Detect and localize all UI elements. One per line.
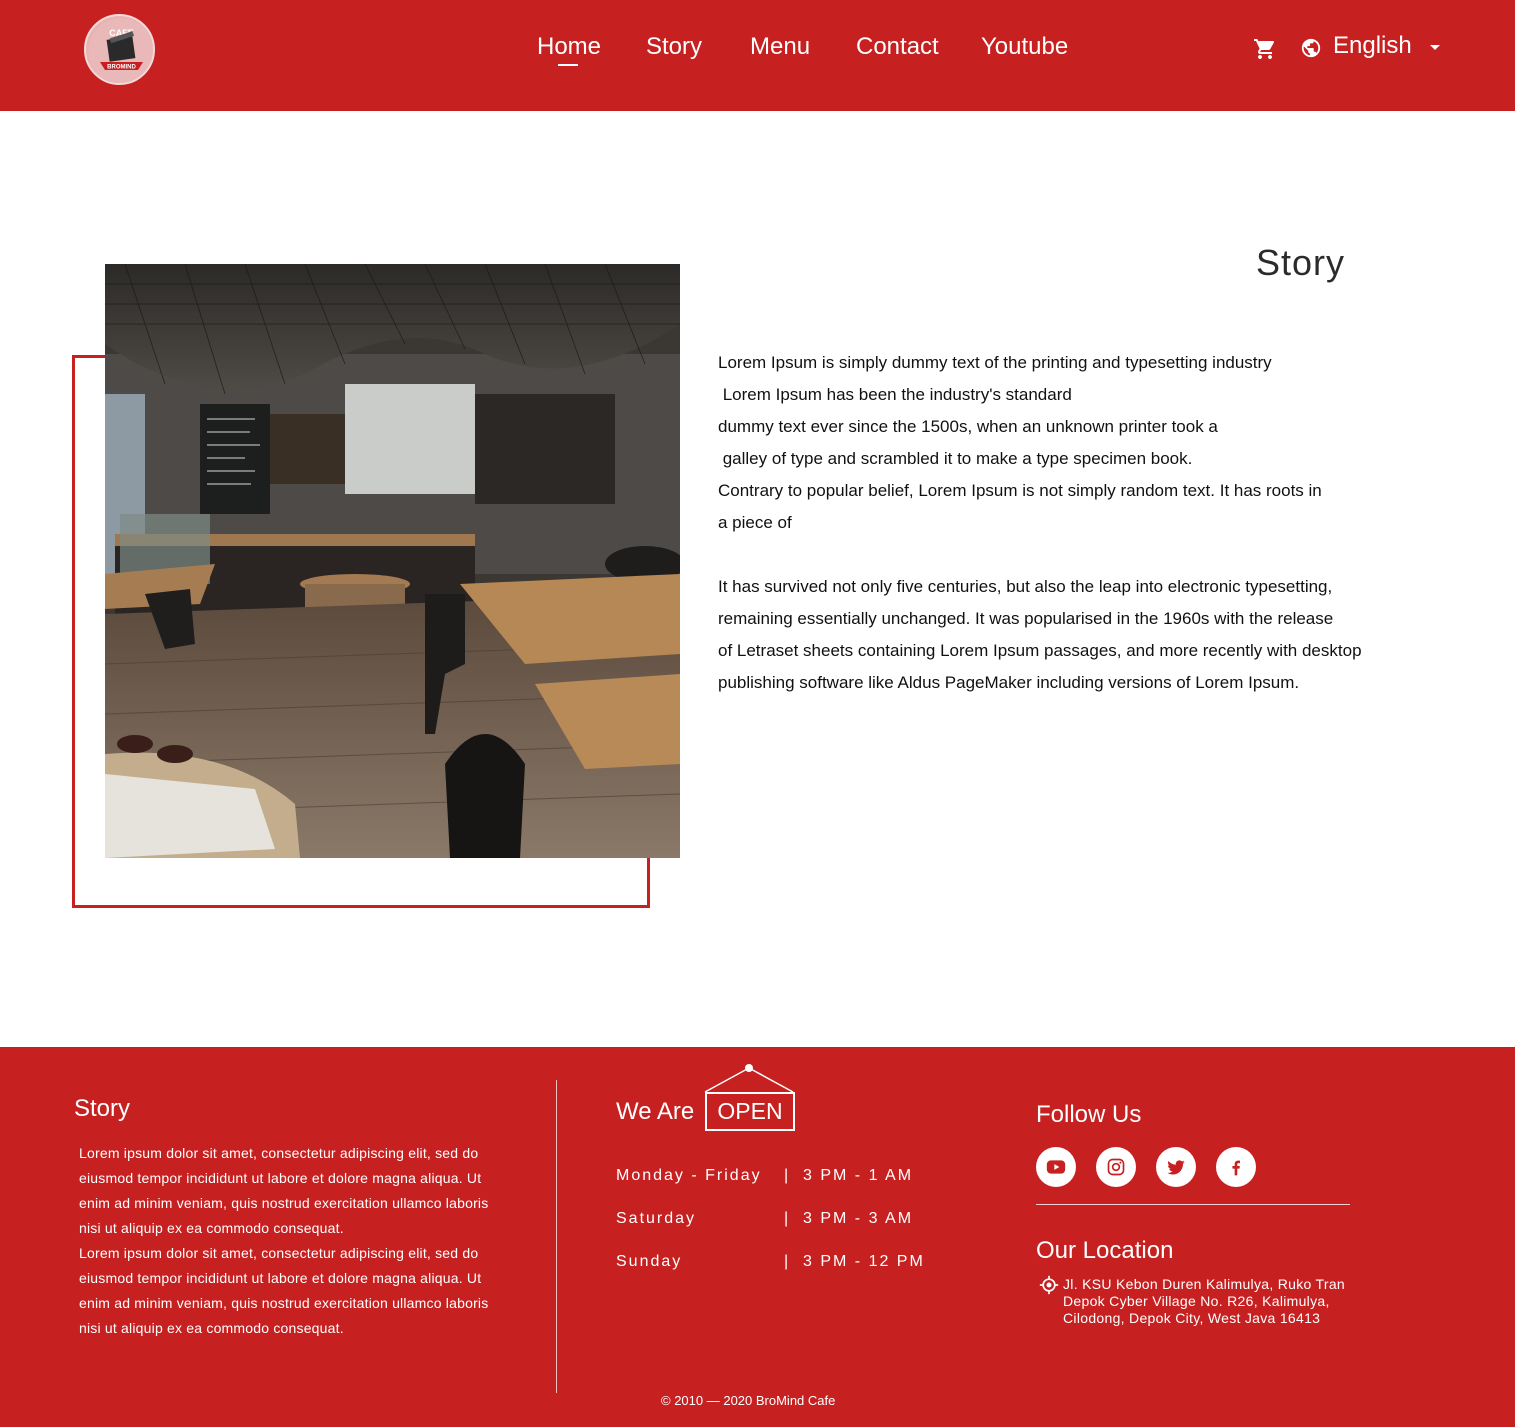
footer-separator (1036, 1204, 1350, 1205)
facebook-icon (1232, 1160, 1240, 1176)
hours-day: Monday - Friday (616, 1167, 762, 1184)
instagram-link[interactable] (1096, 1147, 1136, 1187)
location-target-icon (1039, 1275, 1059, 1295)
address-line: Depok Cyber Village No. R26, Kalimulya, (1063, 1293, 1330, 1309)
svg-text:BROMIND: BROMIND (107, 65, 136, 71)
facebook-link[interactable] (1216, 1147, 1256, 1187)
twitter-icon (1167, 1160, 1185, 1175)
story-text: Lorem Ipsum is simply dummy text of the … (718, 347, 1478, 699)
site-footer: Story Lorem ipsum dolor sit amet, consec… (0, 1047, 1515, 1427)
our-location-title: Our Location (1036, 1237, 1174, 1264)
story-title: Story (1256, 242, 1346, 283)
footer-story-line: nisi ut aliquip ex ea commodo consequat. (79, 1220, 344, 1236)
copyright: © 2010 — 2020 BroMind Cafe (661, 1393, 836, 1408)
hours-time: 3 PM - 12 PM (803, 1253, 925, 1270)
hours-time: 3 PM - 3 AM (803, 1210, 914, 1227)
hours-time: 3 PM - 1 AM (803, 1167, 914, 1184)
footer-story-line: eiusmod tempor incididunt ut labore et d… (79, 1270, 482, 1286)
logo-icon: CAFE BROMIND (88, 18, 153, 83)
story-line: Contrary to popular belief, Lorem Ipsum … (718, 481, 1322, 500)
story-line: Lorem Ipsum has been the industry's stan… (718, 385, 1072, 404)
story-line: of Letraset sheets containing Lorem Ipsu… (718, 641, 1362, 660)
footer-story-line: enim ad minim veniam, quis nostrud exerc… (79, 1295, 489, 1311)
footer-story-title: Story (74, 1095, 131, 1122)
nav-contact[interactable]: Contact (856, 33, 939, 61)
caret-down-icon[interactable] (1429, 44, 1441, 52)
story-line: remaining essentially unchanged. It was … (718, 609, 1334, 628)
footer-story-text: Lorem ipsum dolor sit amet, consectetur … (79, 1141, 519, 1341)
story-line: Lorem Ipsum is simply dummy text of the … (718, 353, 1272, 372)
youtube-icon (1046, 1160, 1066, 1174)
nav-menu[interactable]: Menu (750, 33, 810, 61)
nav-story[interactable]: Story (646, 33, 702, 61)
address-line: Jl. KSU Kebon Duren Kalimulya, Ruko Tran (1063, 1276, 1346, 1292)
address: Jl. KSU Kebon Duren Kalimulya, Ruko Tran… (1063, 1276, 1345, 1327)
footer-story-line: enim ad minim veniam, quis nostrud exerc… (79, 1195, 489, 1211)
cart-icon[interactable] (1253, 37, 1277, 61)
footer-divider (556, 1080, 557, 1393)
youtube-link[interactable] (1036, 1147, 1076, 1187)
hours-separator: | (784, 1253, 791, 1270)
story-line: dummy text ever since the 1500s, when an… (718, 417, 1218, 436)
follow-us-title: Follow Us (1036, 1101, 1142, 1128)
footer-story-line: nisi ut aliquip ex ea commodo consequat. (79, 1320, 344, 1336)
instagram-icon (1107, 1158, 1125, 1176)
hours-day: Saturday (616, 1210, 697, 1227)
site-header: CAFE BROMIND Home Story Menu Contact You… (0, 0, 1515, 111)
we-are-label: We Are (616, 1098, 695, 1125)
story-line: It has survived not only five centuries,… (718, 577, 1333, 596)
story-line (718, 539, 1478, 571)
globe-icon[interactable] (1300, 37, 1322, 59)
footer-story-line: Lorem ipsum dolor sit amet, consectetur … (79, 1245, 479, 1261)
cafe-photo-illustration (105, 264, 680, 858)
open-sign: OPEN (705, 1092, 795, 1131)
hours-separator: | (784, 1210, 791, 1227)
footer-story-line: Lorem ipsum dolor sit amet, consectetur … (79, 1145, 479, 1161)
cafe-interior-photo (105, 264, 680, 858)
hours-day: Sunday (616, 1253, 683, 1270)
language-selector[interactable]: English (1333, 32, 1412, 60)
twitter-link[interactable] (1156, 1147, 1196, 1187)
address-line: Cilodong, Depok City, West Java 16413 (1063, 1310, 1321, 1326)
footer-story-line: eiusmod tempor incididunt ut labore et d… (79, 1170, 482, 1186)
cafe-logo[interactable]: CAFE BROMIND (84, 14, 155, 85)
nav-active-underline (558, 64, 578, 66)
nav-home[interactable]: Home (537, 33, 601, 61)
story-line: galley of type and scrambled it to make … (718, 449, 1193, 468)
nav-youtube[interactable]: Youtube (981, 33, 1068, 61)
hours-separator: | (784, 1167, 791, 1184)
story-line: a piece of (718, 513, 792, 532)
story-line: publishing software like Aldus PageMaker… (718, 673, 1300, 692)
